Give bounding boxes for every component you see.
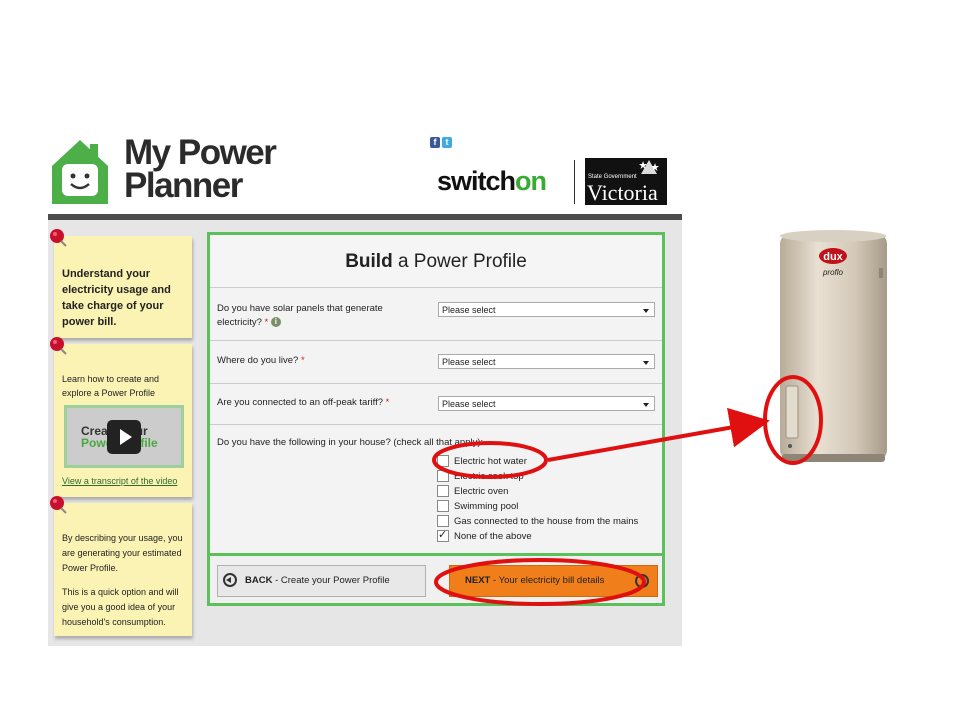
option-label: Swimming pool bbox=[454, 500, 519, 512]
sticky-note-intro: Understand your electricity usage and ta… bbox=[50, 229, 192, 338]
question-tariff-row: Are you connected to an off-peak tariff?… bbox=[210, 384, 662, 425]
question-tariff-text: Are you connected to an off-peak tariff? bbox=[217, 397, 384, 408]
question-live-row: Where do you live? * Please select bbox=[210, 341, 662, 384]
panel-divider bbox=[207, 553, 665, 556]
heater-brand: dux bbox=[823, 251, 843, 263]
required-mark: * bbox=[385, 397, 390, 408]
checkbox[interactable] bbox=[437, 500, 449, 512]
play-icon[interactable] bbox=[107, 420, 141, 454]
back-label: BACK - Create your Power Profile bbox=[245, 575, 390, 586]
victoria-logo: State Government Victoria bbox=[585, 158, 667, 205]
logo-line2: Planner bbox=[124, 166, 243, 205]
video-transcript-link[interactable]: View a transcript of the video bbox=[62, 474, 177, 488]
next-button[interactable]: NEXT - Your electricity bill details bbox=[449, 565, 658, 597]
describe-text-2: This is a quick option and will give you… bbox=[62, 587, 179, 627]
pushpin-icon bbox=[50, 337, 67, 355]
question-live-text: Where do you live? bbox=[217, 355, 299, 366]
next-label: NEXT - Your electricity bill details bbox=[465, 575, 605, 586]
option-label: Gas connected to the house from the main… bbox=[454, 515, 639, 527]
sticky-note-video: Learn how to create and explore a Power … bbox=[50, 337, 192, 497]
sticky-note-describe: By describing your usage, you are genera… bbox=[50, 496, 192, 636]
next-arrow-icon bbox=[635, 574, 649, 588]
on-text: on bbox=[515, 166, 547, 196]
question-appliances-label: Do you have the following in your house?… bbox=[217, 437, 484, 448]
checkbox-checked[interactable] bbox=[437, 528, 449, 542]
checkbox[interactable] bbox=[437, 470, 449, 482]
option-electric-cook-top[interactable]: Electric cook top bbox=[437, 469, 524, 483]
option-electric-oven[interactable]: Electric oven bbox=[437, 484, 508, 498]
info-icon[interactable]: i bbox=[270, 317, 281, 328]
required-mark: * bbox=[264, 317, 269, 328]
describe-text-1: By describing your usage, you are genera… bbox=[62, 533, 183, 573]
option-label: Electric cook top bbox=[454, 470, 524, 482]
question-solar-row: Do you have solar panels that generate e… bbox=[210, 288, 662, 341]
back-button[interactable]: BACK - Create your Power Profile bbox=[217, 565, 426, 597]
title-rest: a Power Profile bbox=[392, 251, 527, 272]
switchon-logo: switchon bbox=[437, 166, 547, 197]
southern-cross-icon bbox=[639, 160, 659, 174]
question-live-label: Where do you live? * bbox=[217, 354, 305, 368]
vic-big-text: Victoria bbox=[587, 180, 658, 205]
pushpin-icon bbox=[50, 229, 67, 247]
option-gas-mains[interactable]: Gas connected to the house from the main… bbox=[437, 514, 638, 528]
location-select[interactable]: Please select bbox=[438, 354, 655, 369]
facebook-icon[interactable]: f bbox=[430, 137, 440, 148]
heater-model: proflo bbox=[822, 268, 844, 277]
title-bold: Build bbox=[345, 251, 393, 272]
question-solar-text: Do you have solar panels that generate e… bbox=[217, 303, 383, 328]
option-label: None of the above bbox=[454, 530, 532, 542]
pushpin-icon bbox=[50, 496, 67, 514]
logo-line1: My Power bbox=[124, 133, 277, 172]
required-mark: * bbox=[300, 355, 305, 366]
checkbox[interactable] bbox=[437, 455, 449, 467]
option-none[interactable]: None of the above bbox=[437, 528, 532, 543]
option-electric-hot-water[interactable]: Electric hot water bbox=[437, 454, 527, 468]
header-divider bbox=[574, 160, 575, 204]
solar-select[interactable]: Please select bbox=[438, 302, 655, 317]
intro-text: Understand your electricity usage and ta… bbox=[62, 268, 171, 328]
back-arrow-icon bbox=[223, 573, 237, 587]
switch-text: switch bbox=[437, 166, 516, 196]
question-appliances-row: Do you have the following in your house?… bbox=[210, 425, 662, 553]
twitter-icon[interactable]: t bbox=[442, 137, 452, 148]
question-tariff-label: Are you connected to an off-peak tariff?… bbox=[217, 396, 389, 410]
tariff-select[interactable]: Please select bbox=[438, 396, 655, 411]
social-links: f t bbox=[430, 137, 452, 148]
checkbox[interactable] bbox=[437, 485, 449, 497]
checkbox[interactable] bbox=[437, 515, 449, 527]
hot-water-heater-image: dux proflo bbox=[780, 230, 887, 462]
app-logo-text: My Power Planner bbox=[124, 133, 277, 205]
option-label: Electric hot water bbox=[454, 455, 527, 467]
question-solar-label: Do you have solar panels that generate e… bbox=[217, 302, 417, 330]
option-swimming-pool[interactable]: Swimming pool bbox=[437, 499, 518, 513]
option-label: Electric oven bbox=[454, 485, 509, 497]
video-thumbnail[interactable]: Create your Power Profile bbox=[64, 405, 184, 468]
video-intro-text: Learn how to create and explore a Power … bbox=[62, 374, 160, 398]
page-title: Build a Power Profile bbox=[210, 235, 662, 288]
house-logo-icon bbox=[52, 140, 108, 204]
